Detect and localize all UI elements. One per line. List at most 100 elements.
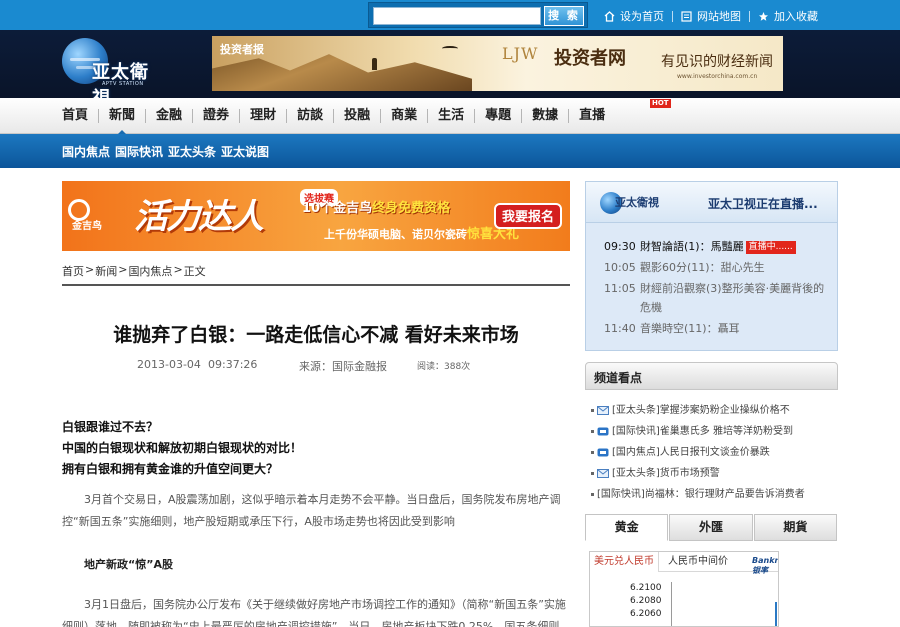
- bookmark-icon: [759, 11, 768, 21]
- tv-logo[interactable]: 亚太衛視: [600, 190, 660, 216]
- bullet: [591, 451, 594, 454]
- tab-futures[interactable]: 期貨: [753, 514, 837, 541]
- mail-icon: [597, 406, 609, 415]
- main-nav-list: 首頁 新聞 金融 證券 理財 訪談 投融 商業 生活 專題 數據 直播: [52, 98, 615, 135]
- investor-banner-ad[interactable]: 投资者报 LJW 投资者网 有见识的财经新闻 www.investorchina…: [212, 36, 783, 91]
- ad-line-1-em: 终身免费资格: [372, 201, 451, 216]
- rate-tabs: 美元兑人民币 人民币中间价: [590, 552, 778, 572]
- schedule-program: 財智論語(1)：馬豔麗 直播中......: [640, 237, 830, 256]
- tab-forex[interactable]: 外匯: [669, 514, 753, 541]
- home-icon: [604, 10, 615, 22]
- logo-subtext: APTV STATION: [102, 81, 144, 87]
- nav-item-securities[interactable]: 證券: [193, 98, 239, 134]
- add-favorite-link[interactable]: 加入收藏: [758, 8, 818, 24]
- article-date: 2013-03-04: [137, 358, 201, 371]
- article-source: 来源：国际金融报: [299, 360, 387, 373]
- subnav-item-headlines[interactable]: 亚太头条: [168, 143, 216, 160]
- list-item[interactable]: [亚太头条]掌握涉案奶粉企业操纵价格不: [591, 400, 841, 421]
- breadcrumb-separator: >: [118, 263, 128, 276]
- top-links: 设为首页 网站地图 加入收藏: [604, 8, 818, 24]
- ad-line-1: 10个金吉鸟终身免费资格: [302, 197, 450, 216]
- bullet: [591, 430, 594, 433]
- tick-label: 6.2060: [630, 609, 662, 619]
- breadcrumb: 首页 > 新闻 > 国内焦点 > 正文: [62, 263, 206, 279]
- list-item[interactable]: [国际快讯]雀巢惠氏多 雅培等洋奶粉受到: [591, 421, 841, 442]
- schedule-time: 11:05: [604, 282, 636, 295]
- article-paragraph: 3月1日盘后，国务院办公厅发布《关于继续做好房地产市场调控工作的通知》（简称“新…: [62, 598, 566, 627]
- breadcrumb-news[interactable]: 新闻: [95, 263, 117, 279]
- nav-item-news[interactable]: 新聞: [99, 98, 145, 135]
- search-box: 搜 索: [368, 2, 588, 28]
- sitemap-icon: [681, 10, 692, 22]
- schedule-program: 財經前沿觀察(3)整形美容·美麗背後的危機: [640, 282, 825, 314]
- banner-slogan: 有见识的财经新闻: [661, 54, 773, 70]
- nav-item-home[interactable]: 首頁: [52, 98, 98, 134]
- subnav-item-international[interactable]: 国际快讯: [115, 143, 163, 160]
- nav-item-topics[interactable]: 專題: [475, 98, 521, 134]
- promo-banner-ad[interactable]: 金吉鸟 活力达人 选拔赛 10个金吉鸟终身免费资格 上千份华硕电脑、诺贝尔瓷砖惊…: [62, 181, 570, 251]
- breadcrumb-separator: >: [85, 263, 95, 276]
- rate-line: [775, 602, 778, 626]
- hot-badge: HOT: [650, 99, 671, 108]
- list-item[interactable]: [国内焦点]人民日报刊文谈金价暴跌: [591, 442, 841, 463]
- sub-nav-list: 国内焦点 国际快讯 亚太头条 亚太说图: [62, 134, 274, 168]
- site-logo[interactable]: 亚太衛視 APTV STATION: [62, 38, 162, 109]
- schedule-program: 觀影60分(11)：甜心先生: [640, 261, 765, 274]
- main-nav: 首頁 新聞 金融 證券 理財 訪談 投融 商業 生活 專題 數據 直播 HOT: [0, 98, 900, 135]
- nav-item-finance[interactable]: 金融: [146, 98, 192, 134]
- lead-line: 拥有白银和拥有黄金谁的升值空间更大？: [62, 462, 279, 476]
- list-item-text: [国际快讯]雀巢惠氏多 雅培等洋奶粉受到: [612, 426, 793, 437]
- banner-url: www.investorchina.com.cn: [677, 73, 758, 80]
- list-item-text: [国际快讯]尚福林：银行理财产品要告诉消费者: [597, 489, 805, 500]
- schedule-row[interactable]: 11:40 音樂時空(11)：聶耳: [586, 319, 837, 338]
- nav-item-wealth[interactable]: 理財: [240, 98, 286, 134]
- sitemap-link[interactable]: 网站地图: [681, 8, 741, 24]
- mail-icon: [597, 469, 609, 478]
- ad-line-2-pre: 上千份华硕电脑、诺贝尔瓷砖: [324, 228, 467, 241]
- rate-axis-ticks: 6.2100 6.2080 6.2060: [630, 582, 662, 621]
- schedule-row[interactable]: 11:05 財經前沿觀察(3)整形美容·美麗背後的危機: [586, 279, 837, 317]
- ad-logo-mark: [68, 199, 90, 221]
- add-favorite-label: 加入收藏: [774, 10, 818, 23]
- nav-item-data[interactable]: 數據: [522, 98, 568, 134]
- nav-item-life[interactable]: 生活: [428, 98, 474, 134]
- list-item-text: [国内焦点]人民日报刊文谈金价暴跌: [612, 447, 770, 458]
- nav-item-live[interactable]: 直播: [569, 98, 615, 134]
- schedule-row-current[interactable]: 09:30 財智論語(1)：馬豔麗 直播中......: [586, 237, 837, 256]
- breadcrumb-home[interactable]: 首页: [62, 263, 84, 279]
- tab-gold[interactable]: 黄金: [585, 514, 669, 541]
- breadcrumb-domestic[interactable]: 国内焦点: [128, 263, 172, 279]
- tab-cny-central-parity[interactable]: 人民币中间价: [664, 552, 732, 572]
- divider: [672, 10, 673, 22]
- article-title: 谁抛弃了白银：一路走低信心不减 看好未来市场: [113, 324, 519, 346]
- tv-schedule-header: 亚太衛視 亚太卫视正在直播...: [586, 182, 837, 223]
- list-item[interactable]: [国际快讯]尚福林：银行理财产品要告诉消费者: [591, 484, 841, 505]
- set-homepage-label: 设为首页: [620, 10, 664, 23]
- sitemap-label: 网站地图: [697, 10, 741, 23]
- tick-label: 6.2100: [630, 583, 662, 593]
- eagle-icon: [442, 46, 458, 51]
- ad-logo-text: 金吉鸟: [72, 221, 102, 232]
- nav-item-business[interactable]: 商業: [381, 98, 427, 134]
- search-button[interactable]: 搜 索: [544, 6, 584, 26]
- person-silhouette: [372, 58, 377, 70]
- site-header: 亚太衛視 APTV STATION 投资者报 LJW 投资者网 有见识的财经新闻…: [0, 30, 900, 109]
- ad-line-2: 上千份华硕电脑、诺贝尔瓷砖惊喜大礼: [324, 223, 519, 242]
- nav-item-interviews[interactable]: 訪談: [287, 98, 333, 134]
- set-homepage-link[interactable]: 设为首页: [604, 8, 664, 24]
- list-item-text: [亚太头条]掌握涉案奶粉企业操纵价格不: [612, 405, 790, 416]
- tab-usd-cny[interactable]: 美元兑人民币: [590, 552, 659, 572]
- schedule-time: 11:40: [604, 322, 636, 335]
- search-input[interactable]: [373, 7, 541, 25]
- list-item[interactable]: [亚太头条]货币市场预警: [591, 463, 841, 484]
- subnav-item-pictures[interactable]: 亚太说图: [221, 143, 269, 160]
- divider: [749, 10, 750, 22]
- signup-button[interactable]: 我要报名: [494, 203, 562, 229]
- tick-label: 6.2080: [630, 596, 662, 606]
- banner-label: 投资者报: [220, 43, 264, 56]
- schedule-row[interactable]: 10:05 觀影60分(11)：甜心先生: [586, 258, 837, 277]
- subnav-item-domestic[interactable]: 国内焦点: [62, 143, 110, 160]
- channel-highlights-title: 频道看点: [594, 371, 643, 385]
- nav-item-investment[interactable]: 投融: [334, 98, 380, 134]
- live-now-title[interactable]: 亚太卫视正在直播...: [708, 195, 818, 212]
